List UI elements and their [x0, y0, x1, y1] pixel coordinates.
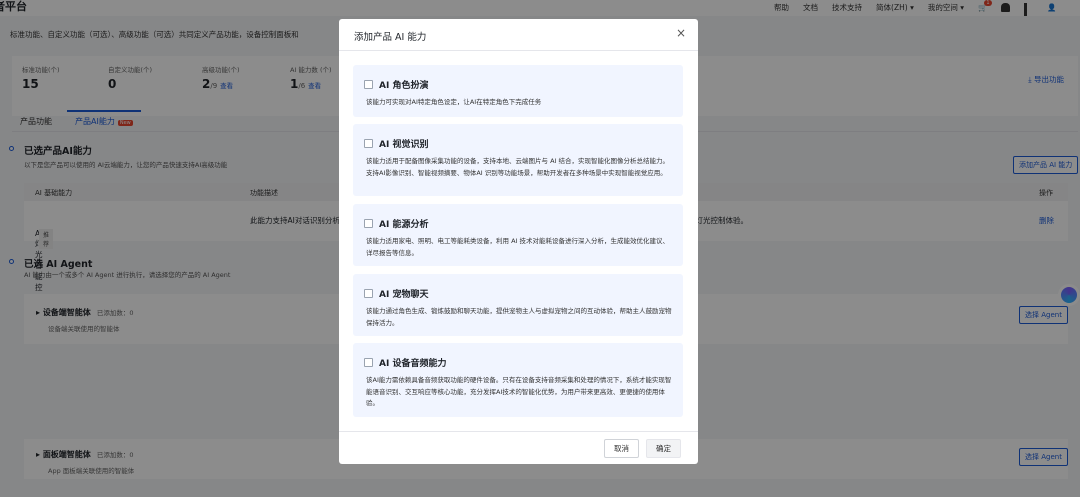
- cancel-button[interactable]: 取消: [604, 439, 639, 458]
- modal-title: 添加产品 AI 能力: [354, 32, 427, 43]
- card-desc: 该能力适用于配备图像采集功能的设备，支持本地、云端图片与 AI 结合，实现智能化…: [366, 157, 669, 177]
- ai-card-pet-chat[interactable]: AI 宠物聊天 该能力通过角色生成、锻炼鼓励和聊天功能，提供宠物主人与虚拟宠物之…: [353, 274, 683, 336]
- card-title: AI 设备音频能力: [379, 359, 447, 369]
- checkbox[interactable]: [364, 289, 373, 298]
- checkbox[interactable]: [364, 219, 373, 228]
- card-desc: 该AI能力需依赖具备音频获取功能的硬件设备。只有在设备支持音频采集和处理的情况下…: [366, 376, 672, 407]
- confirm-button[interactable]: 确定: [646, 439, 681, 458]
- close-icon[interactable]: ×: [676, 26, 686, 40]
- modal-footer: 取消 确定: [339, 431, 698, 464]
- card-title: AI 宠物聊天: [379, 290, 429, 300]
- checkbox[interactable]: [364, 358, 373, 367]
- card-title: AI 能源分析: [379, 220, 429, 230]
- card-desc: 该能力适用家电、照明、电工等能耗类设备，利用 AI 技术对能耗设备进行深入分析，…: [366, 237, 669, 257]
- ai-card-role-play[interactable]: AI 角色扮演 该能力可实现对AI特定角色设定，让AI在特定角色下完成任务: [353, 65, 683, 117]
- add-ai-modal: 添加产品 AI 能力 × AI 角色扮演 该能力可实现对AI特定角色设定，让AI…: [339, 19, 698, 464]
- checkbox[interactable]: [364, 80, 373, 89]
- ai-card-energy[interactable]: AI 能源分析 该能力适用家电、照明、电工等能耗类设备，利用 AI 技术对能耗设…: [353, 204, 683, 266]
- card-title: AI 视觉识别: [379, 140, 429, 150]
- card-desc: 该能力可实现对AI特定角色设定，让AI在特定角色下完成任务: [366, 98, 542, 106]
- checkbox[interactable]: [364, 139, 373, 148]
- card-desc: 该能力通过角色生成、锻炼鼓励和聊天功能，提供宠物主人与虚拟宠物之间的互动体验，帮…: [366, 307, 672, 327]
- card-title: AI 角色扮演: [379, 81, 429, 91]
- modal-header: 添加产品 AI 能力 ×: [339, 19, 698, 51]
- ai-card-audio[interactable]: AI 设备音频能力 该AI能力需依赖具备音频获取功能的硬件设备。只有在设备支持音…: [353, 343, 683, 417]
- ai-card-vision[interactable]: AI 视觉识别 该能力适用于配备图像采集功能的设备，支持本地、云端图片与 AI …: [353, 124, 683, 196]
